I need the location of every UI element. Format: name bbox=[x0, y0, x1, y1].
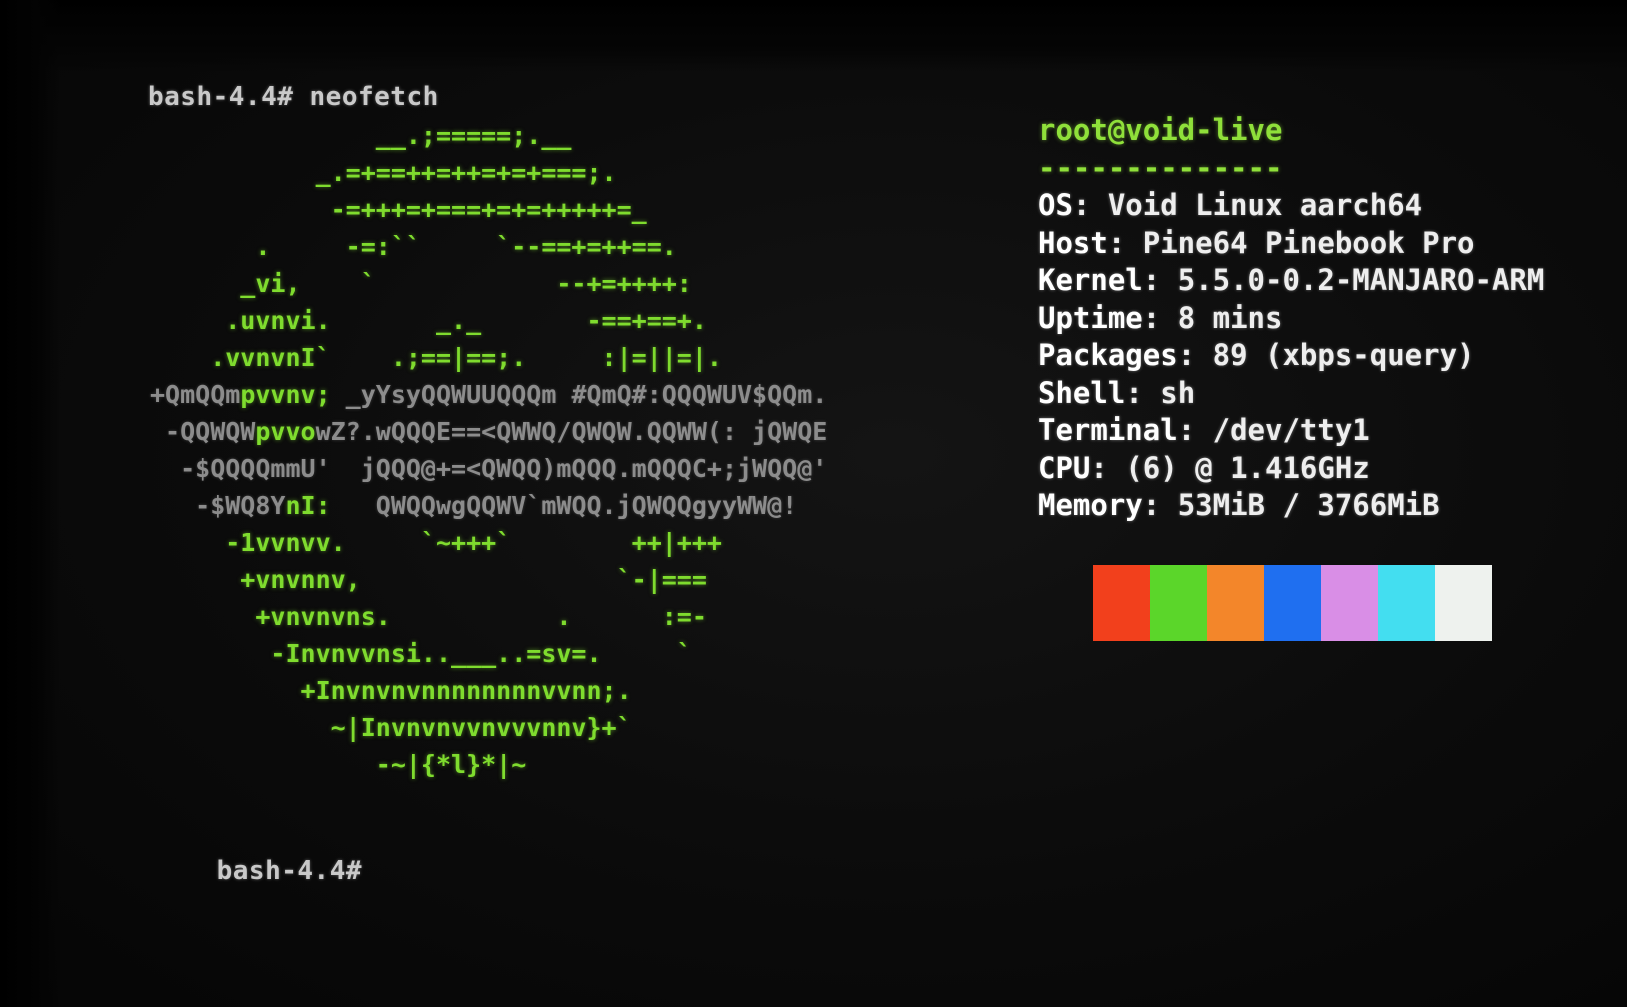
info-items-list: OS: Void Linux aarch64 Host: Pine64 Pineb… bbox=[1038, 187, 1598, 525]
color-swatch bbox=[1321, 565, 1378, 641]
logo-line: _vi, ` --+=++++: bbox=[150, 265, 827, 302]
logo-segment: ~|Invnvnvvnvvvnnv}+` bbox=[150, 713, 632, 742]
info-line-packages: Packages: 89 (xbps-query) bbox=[1038, 337, 1598, 375]
logo-line: .uvnvi. _._ -==+==+. bbox=[150, 302, 827, 339]
info-line-memory: Memory: 53MiB / 3766MiB bbox=[1038, 487, 1598, 525]
terminal-screen: bash-4.4# neofetch __.;=====;.__ _.=+==+… bbox=[0, 0, 1627, 1007]
info-value: Pine64 Pinebook Pro bbox=[1142, 225, 1475, 260]
logo-line: +vnvnvns. . :=- bbox=[150, 598, 827, 635]
info-key: Packages bbox=[1038, 338, 1178, 372]
info-line-kernel: Kernel: 5.5.0-0.2-MANJARO-ARM bbox=[1038, 262, 1598, 300]
void-linux-ascii-logo: __.;=====;.__ _.=+==++=++=+=+===;. -=+++… bbox=[150, 117, 827, 783]
info-line-os: OS: Void Linux aarch64 bbox=[1038, 187, 1598, 225]
logo-line: __.;=====;.__ bbox=[150, 117, 827, 154]
logo-segment: _yYsyQQWUUQQQm #QmQ#:QQQWUV$QQm. bbox=[330, 380, 828, 409]
logo-segment: -=+++=+===+=+=+++++=_ bbox=[150, 195, 647, 224]
info-value: 53MiB / 3766MiB bbox=[1177, 488, 1440, 522]
info-value: /dev/tty1 bbox=[1212, 413, 1370, 447]
system-info-panel: root@void-live -------------- OS: Void L… bbox=[1038, 112, 1598, 525]
info-key: Kernel bbox=[1038, 263, 1143, 297]
info-line-shell: Shell: sh bbox=[1038, 375, 1598, 413]
info-key: Host bbox=[1038, 225, 1108, 260]
logo-line: -Invnvvnsi..___..=sv=. ` bbox=[150, 635, 827, 672]
logo-segment: -QQWQW bbox=[150, 417, 256, 446]
logo-segment: +vnvnnv, `-|=== bbox=[150, 565, 707, 594]
info-line-cpu: CPU: (6) @ 1.416GHz bbox=[1038, 450, 1598, 488]
info-key: OS bbox=[1038, 188, 1073, 222]
logo-segment: -1vvnvv. `~+++` ++|+++ bbox=[150, 528, 722, 557]
logo-segment: __.;=====;.__ bbox=[150, 121, 572, 150]
info-value: Void Linux aarch64 bbox=[1107, 188, 1423, 222]
logo-segment: +vnvnvns. . :=- bbox=[150, 602, 707, 631]
info-line-uptime: Uptime: 8 mins bbox=[1038, 300, 1598, 338]
logo-segment: -Invnvvnsi..___..=sv=. ` bbox=[150, 639, 692, 668]
color-swatch bbox=[1378, 565, 1435, 641]
info-colon: : bbox=[1142, 488, 1178, 522]
logo-segment: QWQQwgQQWV`mWQQ.jQWQQgyyWW@! bbox=[330, 491, 798, 520]
screen-bezel-top bbox=[0, 0, 1627, 72]
logo-line: -QQWQWpvvowZ?.wQQQE==<QWWQ/QWQW.QQWW(: j… bbox=[150, 413, 827, 450]
info-value: sh bbox=[1160, 375, 1196, 410]
info-colon: : bbox=[1125, 375, 1161, 410]
logo-line: -$QQQQmmU' jQQQ@+=<QWQQ)mQQQ.mQQQC+;jWQQ… bbox=[150, 450, 827, 487]
info-key: CPU bbox=[1038, 450, 1091, 485]
logo-line: . -=:`` `--==+=++==. bbox=[150, 228, 827, 265]
info-colon: : bbox=[1107, 225, 1143, 260]
color-swatch bbox=[1207, 565, 1264, 641]
logo-line: -1vvnvv. `~+++` ++|+++ bbox=[150, 524, 827, 561]
info-key: Shell bbox=[1038, 375, 1126, 410]
logo-line: -$WQ8YnI: QWQQwgQQWV`mWQQ.jQWQQgyyWW@! bbox=[150, 487, 827, 524]
logo-line: +Invnvnvnnnnnnnnvvnn;. bbox=[150, 672, 827, 709]
info-value: 5.5.0-0.2-MANJARO-ARM bbox=[1177, 263, 1545, 297]
prompt-neofetch-command: bash-4.4# neofetch bbox=[148, 82, 439, 112]
prompt-idle-text: bash-4.4# bbox=[216, 856, 363, 886]
info-colon: : bbox=[1090, 450, 1126, 485]
logo-segment: nI: bbox=[285, 491, 331, 520]
info-colon: : bbox=[1072, 188, 1108, 222]
logo-line: -=+++=+===+=+=+++++=_ bbox=[150, 191, 827, 228]
screen-bezel-left bbox=[0, 0, 60, 1007]
logo-line: _.=+==++=++=+=+===;. bbox=[150, 154, 827, 191]
logo-segment: wZ?.wQQQE==<QWWQ/QWQW.QQWW(: jQWQE bbox=[315, 417, 828, 446]
logo-segment: . -=:`` `--==+=++==. bbox=[150, 232, 677, 261]
logo-segment: .uvnvi. _._ -==+==+. bbox=[150, 306, 707, 335]
info-key: Terminal bbox=[1038, 413, 1178, 447]
info-line-host: Host: Pine64 Pinebook Pro bbox=[1038, 225, 1598, 263]
logo-segment: .vvnvnI` .;==|==;. :|=||=|. bbox=[150, 343, 722, 372]
info-line-terminal: Terminal: /dev/tty1 bbox=[1038, 412, 1598, 450]
info-value: (6) @ 1.416GHz bbox=[1125, 450, 1370, 485]
title-separator: -------------- bbox=[1038, 150, 1283, 185]
logo-line: .vvnvnI` .;==|==;. :|=||=|. bbox=[150, 339, 827, 376]
info-key: Uptime bbox=[1038, 300, 1143, 335]
logo-segment: -$WQ8Y bbox=[150, 491, 286, 520]
info-colon: : bbox=[1177, 338, 1213, 372]
prompt-idle[interactable]: bash-4.4# bbox=[152, 826, 362, 916]
color-swatch bbox=[1435, 565, 1492, 641]
logo-segment: _.=+==++=++=+=+===;. bbox=[150, 158, 617, 187]
logo-line: +vnvnnv, `-|=== bbox=[150, 561, 827, 598]
info-key: Memory bbox=[1038, 488, 1143, 522]
color-swatch bbox=[1093, 565, 1150, 641]
info-value: 8 mins bbox=[1177, 300, 1283, 335]
logo-segment: pvvnv; bbox=[240, 380, 331, 409]
user-host-title: root@void-live bbox=[1038, 113, 1283, 147]
info-colon: : bbox=[1177, 413, 1213, 447]
info-value: 89 (xbps-query) bbox=[1212, 338, 1475, 372]
logo-line: ~|Invnvnvvnvvvnnv}+` bbox=[150, 709, 827, 746]
logo-segment: pvvo bbox=[255, 417, 316, 446]
logo-segment: +QmQQm bbox=[150, 380, 241, 409]
logo-segment: -~|{*l}*|~ bbox=[150, 750, 527, 779]
logo-line: -~|{*l}*|~ bbox=[150, 746, 827, 783]
logo-segment: -$QQQQmmU' jQQQ@+=<QWQQ)mQQQ.mQQQC+;jWQQ… bbox=[150, 454, 828, 483]
color-palette bbox=[1093, 565, 1492, 641]
logo-line: +QmQQmpvvnv; _yYsyQQWUUQQQm #QmQ#:QQQWUV… bbox=[150, 376, 827, 413]
info-colon: : bbox=[1142, 300, 1178, 335]
logo-segment: _vi, ` --+=++++: bbox=[150, 269, 692, 298]
logo-segment: +Invnvnvnnnnnnnnvvnn;. bbox=[150, 676, 632, 705]
info-colon: : bbox=[1142, 263, 1178, 297]
color-swatch bbox=[1150, 565, 1207, 641]
color-swatch bbox=[1264, 565, 1321, 641]
